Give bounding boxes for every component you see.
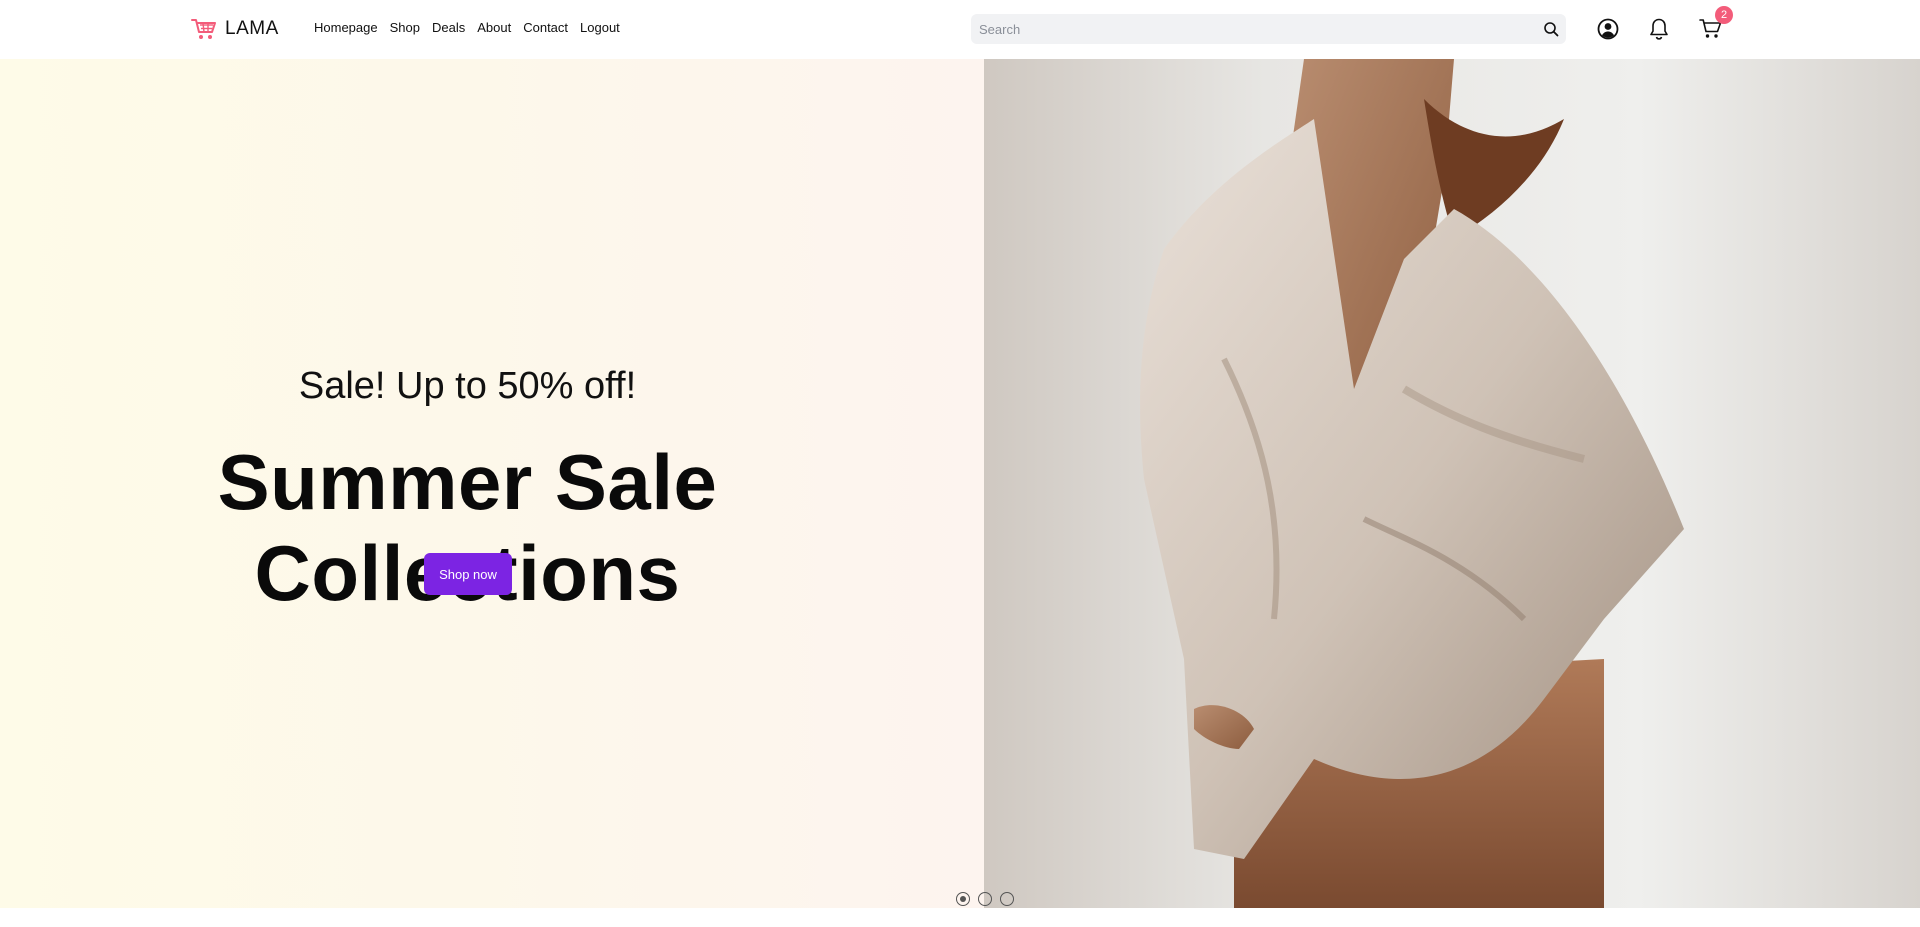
brand-logo[interactable]: LAMA (191, 14, 279, 44)
brand-name: LAMA (225, 18, 279, 39)
notification-bell-icon (1650, 18, 1668, 40)
slide-dot-1[interactable] (956, 892, 970, 906)
site-header: LAMA Homepage Shop Deals About Contact L… (0, 0, 1920, 59)
hero-image (984, 59, 1920, 908)
nav-about-link[interactable]: About (477, 20, 511, 35)
model-photo (1140, 59, 1684, 908)
nav-shop-link[interactable]: Shop (390, 20, 420, 35)
slide-dot-2[interactable] (978, 892, 992, 906)
profile-button[interactable] (1596, 16, 1620, 42)
search-bar (971, 14, 1566, 44)
hero-text-panel: Sale! Up to 50% off! Summer Sale Collect… (0, 59, 984, 908)
hero-slider: Sale! Up to 50% off! Summer Sale Collect… (0, 59, 1920, 908)
profile-icon (1597, 18, 1619, 40)
search-icon (1544, 22, 1559, 37)
cart-logo-icon (191, 19, 216, 39)
nav-homepage-link[interactable]: Homepage (314, 20, 378, 35)
slide-dot-3[interactable] (1000, 892, 1014, 906)
cart-button[interactable]: 2 (1699, 6, 1733, 42)
hero-subtitle: Sale! Up to 50% off! (298, 365, 637, 407)
cart-count-badge: 2 (1715, 6, 1733, 24)
main-nav: Homepage Shop Deals About Contact Logout (314, 20, 620, 35)
nav-deals-link[interactable]: Deals (432, 20, 465, 35)
nav-logout-link[interactable]: Logout (580, 20, 620, 35)
nav-contact-link[interactable]: Contact (523, 20, 568, 35)
shop-now-button[interactable]: Shop now (424, 553, 512, 595)
hero-text-block: Sale! Up to 50% off! Summer Sale Collect… (0, 59, 935, 908)
search-input[interactable] (971, 14, 1536, 44)
notifications-button[interactable] (1647, 16, 1671, 42)
search-button[interactable] (1536, 14, 1566, 44)
slide-indicators (956, 892, 1014, 906)
